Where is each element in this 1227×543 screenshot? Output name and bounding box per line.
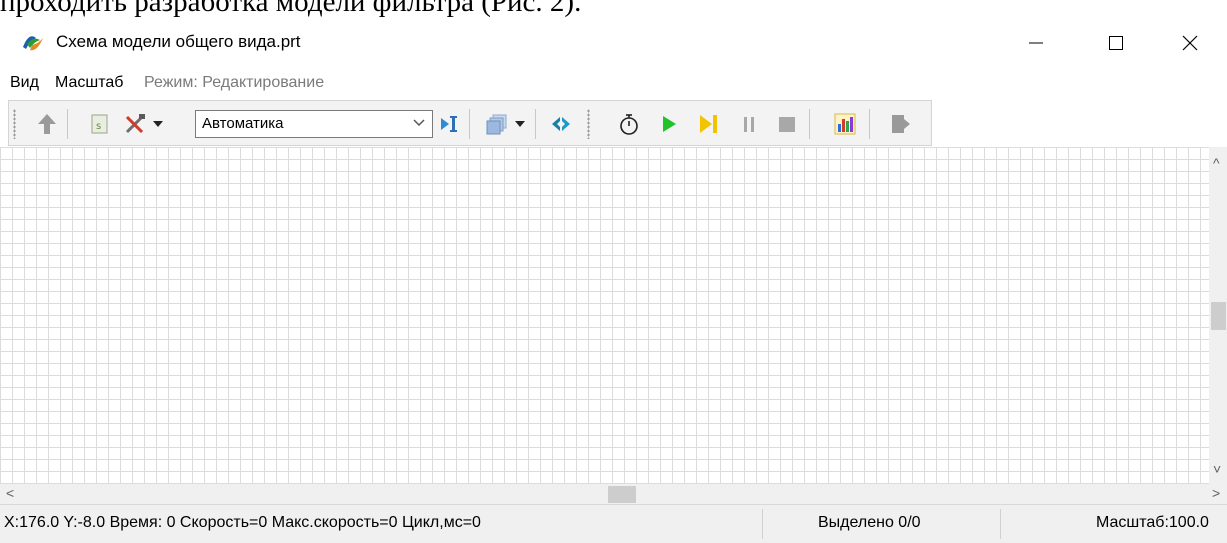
tools-icon [125,114,145,134]
status-separator [762,509,763,539]
up-button[interactable] [33,110,61,138]
mode-select[interactable]: Автоматика [195,110,433,138]
arrow-up-icon [38,114,56,134]
status-separator [1000,509,1001,539]
status-scale: Масштаб:100.0 [1096,514,1209,531]
toolbar-grip[interactable] [587,109,590,139]
scroll-left-arrow-icon[interactable]: < [6,485,14,501]
mode-select-value: Автоматика [202,115,284,132]
menu-bar: Вид Масштаб Режим: Редактирование [0,70,1227,98]
toolbar-separator [67,109,68,139]
toolbar-separator [535,109,536,139]
step-button[interactable] [695,110,723,138]
step-into-button[interactable] [437,110,465,138]
link-icon [552,117,570,131]
minimize-icon [1029,42,1043,44]
stopwatch-icon [620,114,638,135]
scroll-right-arrow-icon[interactable]: > [1212,485,1220,501]
exit-button[interactable] [887,110,915,138]
scroll-up-arrow-icon[interactable]: ^ [1213,155,1220,171]
script-icon: s [91,114,108,134]
toolbar: s Автоматика [8,100,932,146]
stop-icon [779,117,795,132]
minimize-button[interactable] [1006,20,1066,66]
script-button[interactable]: s [85,110,113,138]
chevron-down-icon [412,115,426,134]
vertical-scrollbar[interactable]: ^ ˅ [1209,147,1227,484]
model-canvas[interactable] [0,147,1209,484]
horizontal-scrollbar[interactable]: < > [0,484,1227,504]
status-bar: X:176.0 Y:-8.0 Время: 0 Скорость=0 Макс.… [0,504,1227,543]
layers-dropdown[interactable] [511,110,529,138]
toolbar-separator [469,109,470,139]
dropdown-arrow-icon [153,121,163,127]
status-coords: X:176.0 Y:-8.0 Время: 0 Скорость=0 Макс.… [4,514,481,531]
play-button[interactable] [655,110,683,138]
title-bar: Схема модели общего вида.prt [0,20,1227,68]
app-window: Схема модели общего вида.prt Вид Масштаб… [0,20,1227,543]
toolbar-separator [809,109,810,139]
toolbar-grip[interactable] [13,109,16,139]
chart-button[interactable] [831,110,859,138]
stopwatch-button[interactable] [615,110,643,138]
menu-item-mode: Режим: Редактирование [144,74,325,91]
tools-dropdown[interactable] [149,110,167,138]
maximize-button[interactable] [1086,20,1146,66]
app-logo-icon [20,30,46,56]
toolbar-separator [869,109,870,139]
svg-text:s: s [96,121,101,132]
exit-icon [892,115,910,133]
link-button[interactable] [547,110,575,138]
vertical-scroll-thumb[interactable] [1211,302,1226,330]
close-button[interactable] [1160,20,1220,66]
layers-icon [486,114,507,135]
menu-item-view[interactable]: Вид [10,74,39,92]
horizontal-scroll-thumb[interactable] [608,486,636,503]
status-selected: Выделено 0/0 [818,514,921,531]
scroll-down-arrow-icon[interactable]: ˅ [1213,461,1221,477]
tools-button[interactable] [121,110,149,138]
close-icon [1182,35,1198,51]
play-icon [663,116,676,132]
pause-icon [744,117,754,132]
menu-item-scale[interactable]: Масштаб [55,74,123,92]
stop-button[interactable] [773,110,801,138]
chart-icon [834,113,856,135]
layers-button[interactable] [483,110,511,138]
document-text: проходить разработка модели фильтра (Рис… [0,0,582,18]
step-into-icon [441,116,457,132]
maximize-icon [1109,36,1123,50]
window-title: Схема модели общего вида.prt [56,32,301,51]
step-icon [700,115,717,133]
dropdown-arrow-icon [515,121,525,127]
pause-button[interactable] [735,110,763,138]
